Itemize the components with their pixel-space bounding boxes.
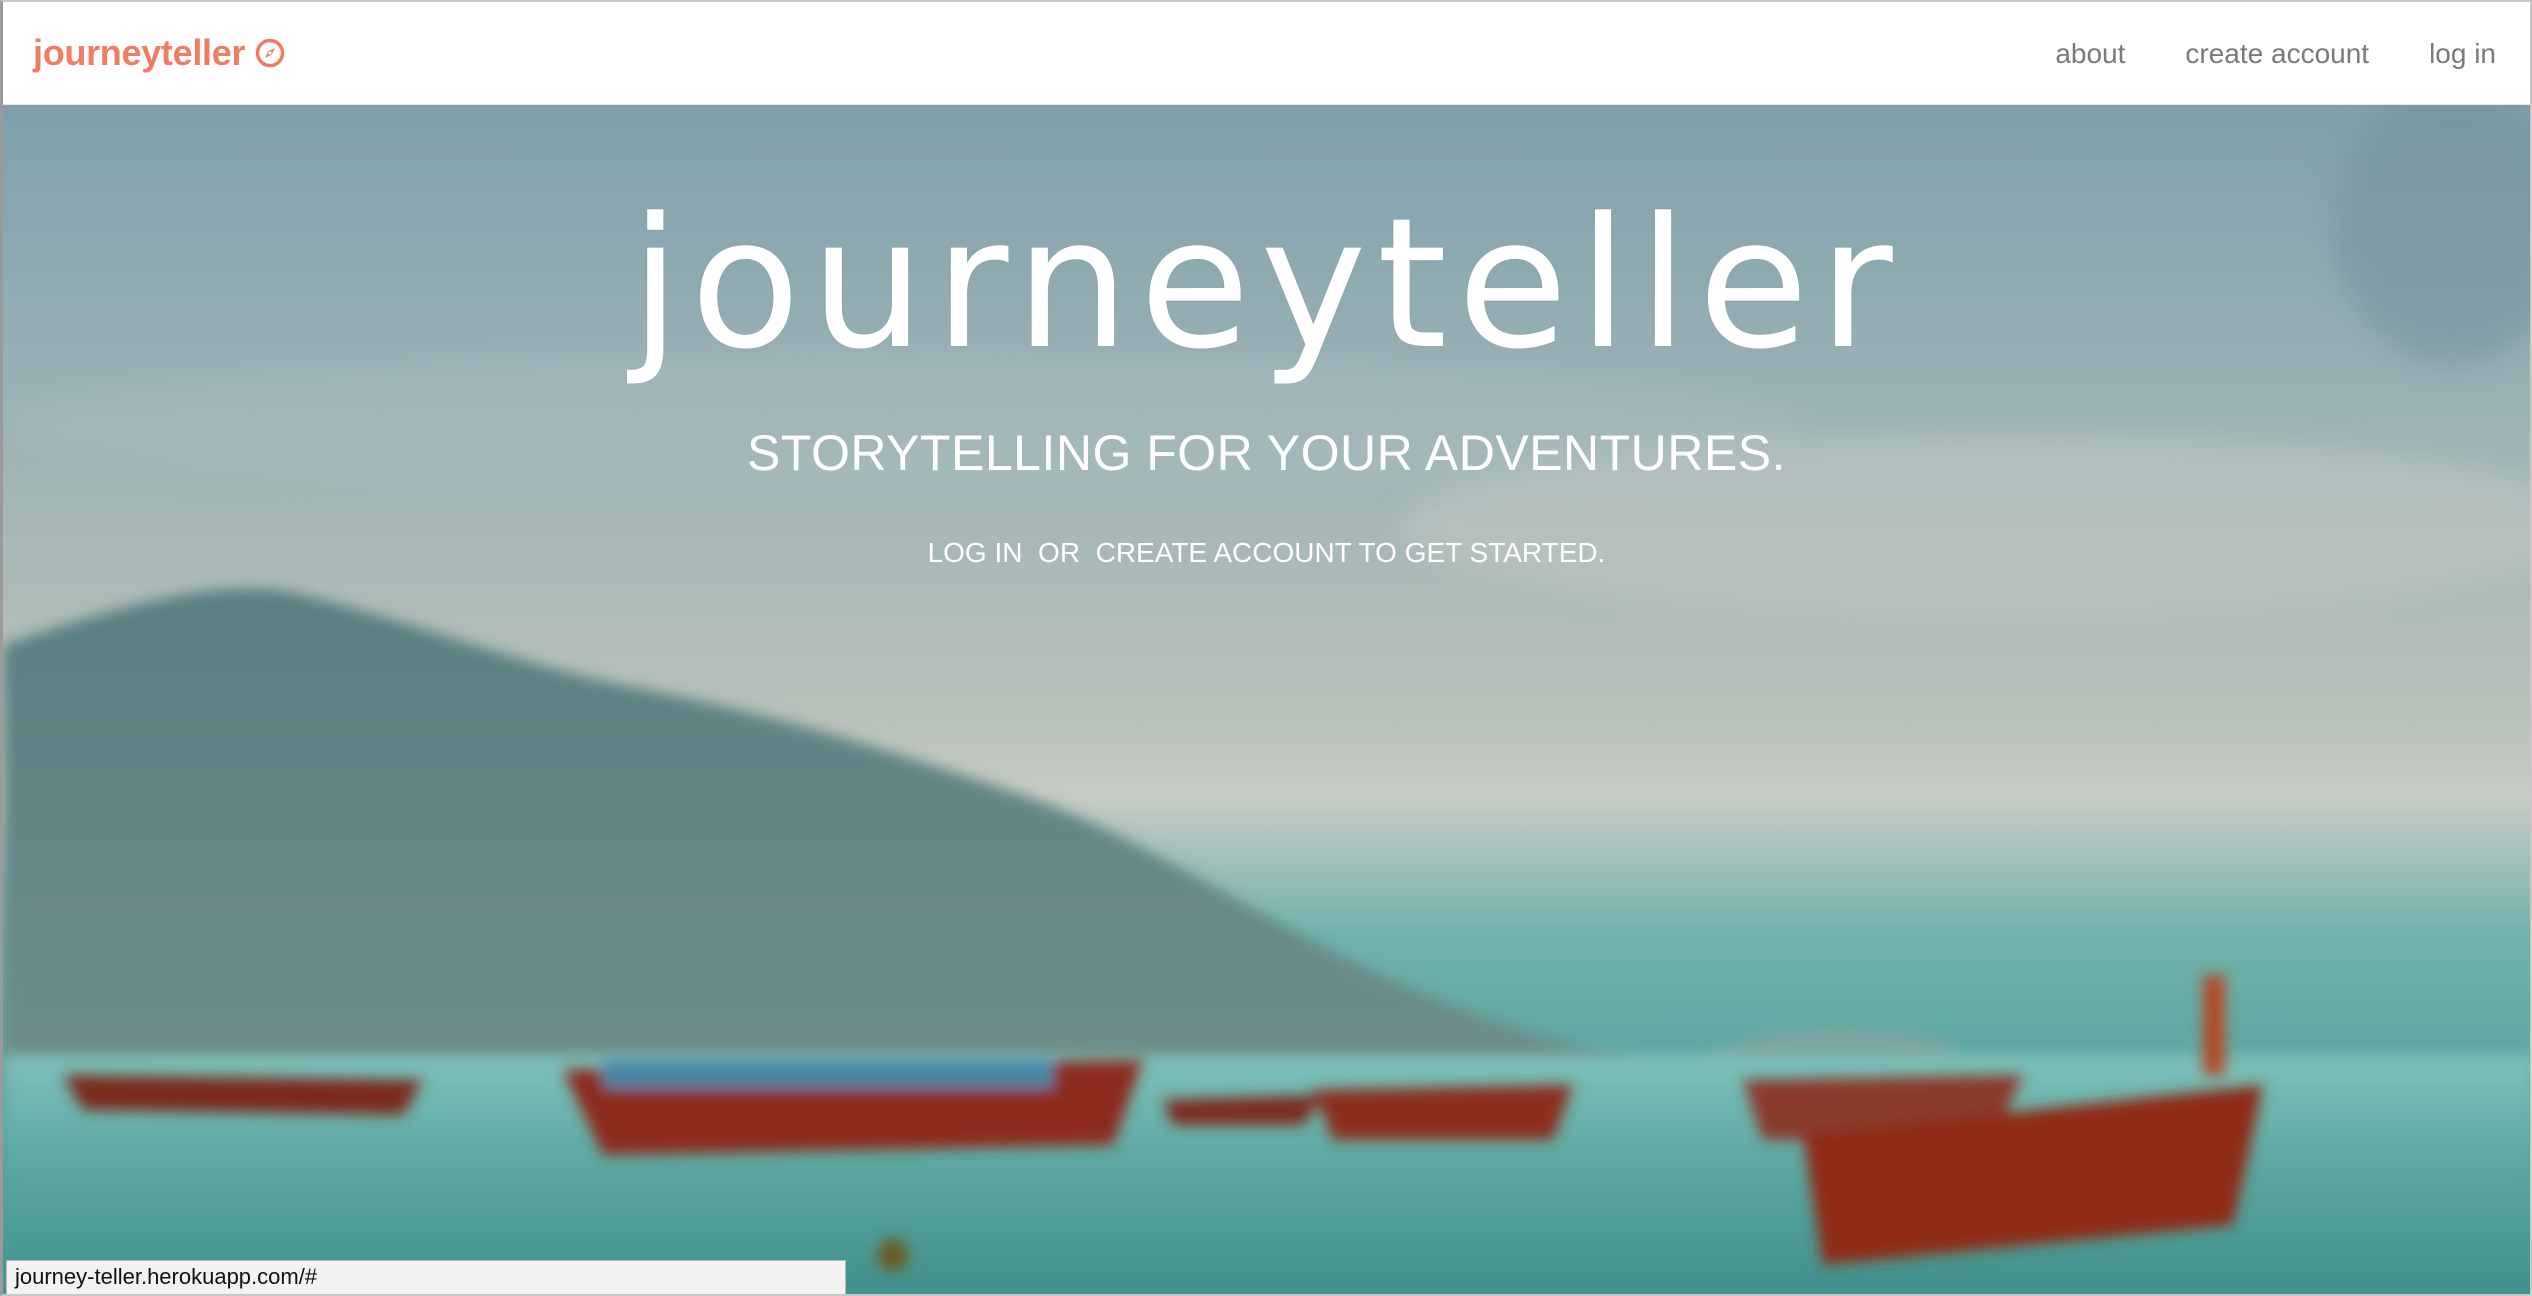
browser-viewport: journeyteller about create account log i… [0,0,2532,1296]
nav-log-in-link[interactable]: log in [2429,32,2496,76]
hero-tagline: STORYTELLING FOR YOUR ADVENTURES. [747,425,1786,481]
brand-name: journeyteller [33,32,246,73]
cta-log-in-link[interactable]: LOG IN [928,537,1023,568]
compass-icon [255,38,285,68]
hero-section: journeyteller STORYTELLING FOR YOUR ADVE… [3,105,2530,1294]
cta-or-text: OR [1022,537,1096,568]
nav-about-link[interactable]: about [2055,32,2125,76]
hero-title: journeyteller [630,180,1903,389]
nav-create-account-link[interactable]: create account [2185,32,2369,76]
browser-status-bar: journey-teller.herokuapp.com/# [6,1260,846,1294]
cta-create-account-link[interactable]: CREATE ACCOUNT [1096,537,1352,568]
brand-link[interactable]: journeyteller [33,30,285,76]
cta-suffix-text: TO GET STARTED. [1351,537,1606,568]
nav-links: about create account log in [2055,32,2496,76]
status-url: journey-teller.herokuapp.com/# [15,1264,318,1289]
hero-cta: LOG IN OR CREATE ACCOUNT TO GET STARTED. [3,535,2530,571]
navbar: journeyteller about create account log i… [3,2,2530,105]
